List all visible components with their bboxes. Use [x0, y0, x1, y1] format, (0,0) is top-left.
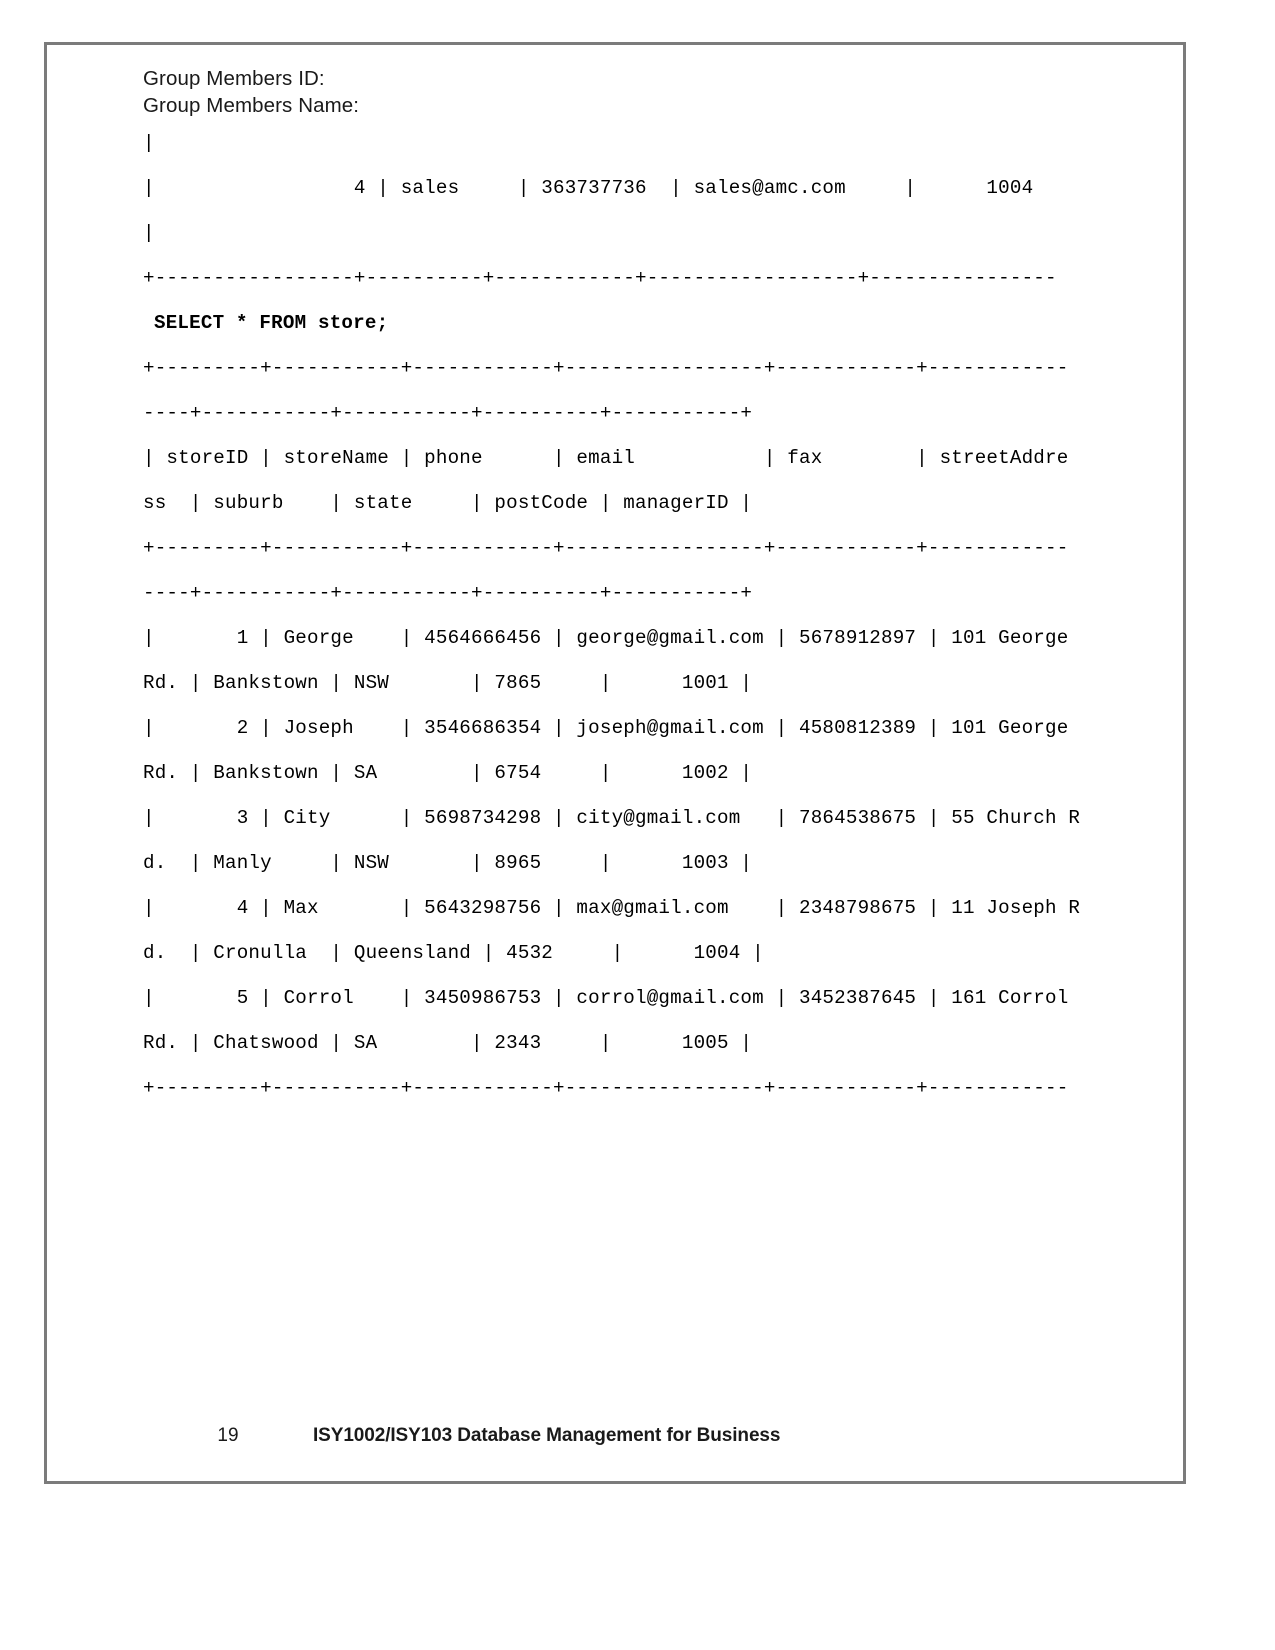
- sql-console-output: | | 4 | sales | 363737736 | sales@amc.co…: [143, 132, 1133, 1100]
- console-line: Rd. | Chatswood | SA | 2343 | 1005 |: [143, 1032, 753, 1054]
- console-line: |: [143, 222, 155, 244]
- console-line: | 4 | Max | 5643298756 | max@gmail.com |…: [143, 897, 1081, 919]
- page-number: 19: [217, 1425, 239, 1446]
- console-line: ss | suburb | state | postCode | manager…: [143, 492, 753, 514]
- page-content: Group Members ID: Group Members Name: | …: [143, 65, 1133, 1123]
- console-line: | 2 | Joseph | 3546686354 | joseph@gmail…: [143, 717, 1069, 739]
- console-line: d. | Manly | NSW | 8965 | 1003 |: [143, 852, 753, 874]
- console-line: | 5 | Corrol | 3450986753 | corrol@gmail…: [143, 987, 1069, 1009]
- console-line: +-----------------+----------+----------…: [143, 267, 1057, 289]
- group-members-id-label: Group Members ID:: [143, 67, 325, 90]
- console-line: | 4 | sales | 363737736 | sales@amc.com …: [143, 177, 1034, 199]
- sql-statement-select-store: SELECT * FROM store;: [154, 312, 389, 334]
- console-line: Rd. | Bankstown | SA | 6754 | 1002 |: [143, 762, 753, 784]
- console-line: d. | Cronulla | Queensland | 4532 | 1004…: [143, 942, 764, 964]
- course-title: ISY1002/ISY103 Database Management for B…: [313, 1425, 781, 1446]
- console-line: | storeID | storeName | phone | email | …: [143, 447, 1069, 469]
- page-footer: 19 ISY1002/ISY103 Database Management fo…: [143, 1425, 1133, 1447]
- console-line: | 1 | George | 4564666456 | george@gmail…: [143, 627, 1069, 649]
- console-line: | 3 | City | 5698734298 | city@gmail.com…: [143, 807, 1081, 829]
- page-border: Group Members ID: Group Members Name: | …: [44, 42, 1186, 1484]
- console-line: ----+-----------+-----------+----------+…: [143, 402, 753, 424]
- group-members-name-label: Group Members Name:: [143, 94, 360, 117]
- console-line: ----+-----------+-----------+----------+…: [143, 582, 753, 604]
- console-line: +---------+-----------+------------+----…: [143, 537, 1069, 559]
- console-line: Rd. | Bankstown | NSW | 7865 | 1001 |: [143, 672, 753, 694]
- console-line: +---------+-----------+------------+----…: [143, 1077, 1069, 1099]
- console-line: +---------+-----------+------------+----…: [143, 357, 1069, 379]
- console-line: |: [143, 132, 155, 154]
